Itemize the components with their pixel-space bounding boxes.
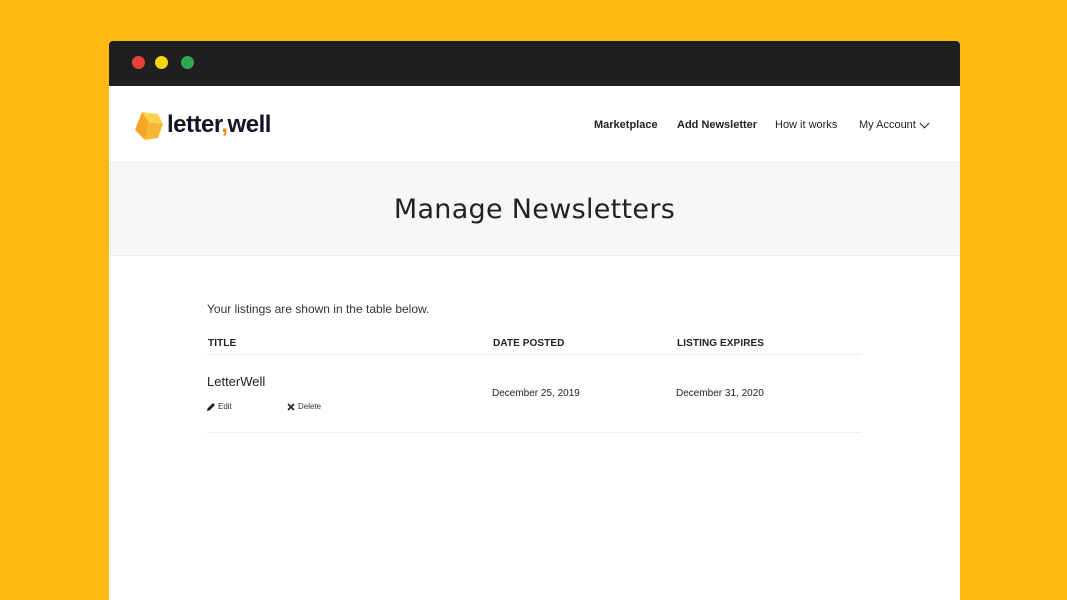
- close-window-button[interactable]: [132, 56, 145, 69]
- delete-label: Delete: [298, 402, 322, 411]
- column-header-title: TITLE: [208, 338, 237, 349]
- site-header: letter,well Marketplace Add Newsletter H…: [109, 86, 960, 163]
- delete-button[interactable]: Delete: [287, 402, 321, 411]
- column-header-date-posted: DATE POSTED: [493, 338, 565, 349]
- page-hero: Manage Newsletters: [109, 163, 960, 256]
- logo[interactable]: letter,well: [132, 110, 271, 142]
- edit-button[interactable]: Edit: [207, 402, 232, 411]
- nav-add-newsletter[interactable]: Add Newsletter: [677, 119, 757, 131]
- edit-label: Edit: [218, 402, 232, 411]
- table-header-divider: [207, 354, 861, 355]
- maximize-window-button[interactable]: [181, 56, 194, 69]
- nav-my-account[interactable]: My Account: [859, 118, 930, 131]
- column-header-listing-expires: LISTING EXPIRES: [677, 338, 765, 349]
- close-icon: [287, 402, 295, 411]
- row-date-posted: December 25, 2019: [492, 388, 580, 399]
- minimize-window-button[interactable]: [155, 56, 168, 69]
- page-title: Manage Newsletters: [393, 194, 676, 225]
- my-account-label: My Account: [859, 119, 916, 131]
- logo-text: letter,well: [167, 111, 271, 138]
- window-titlebar: [109, 41, 960, 86]
- intro-text: Your listings are shown in the table bel…: [207, 302, 430, 316]
- pencil-icon: [207, 402, 215, 411]
- nav-marketplace[interactable]: Marketplace: [594, 119, 658, 131]
- cube-logo-icon: [135, 112, 163, 140]
- nav-how-it-works[interactable]: How it works: [775, 119, 837, 131]
- browser-window: letter,well Marketplace Add Newsletter H…: [109, 41, 960, 600]
- chevron-down-icon: [919, 118, 930, 128]
- row-listing-expires: December 31, 2020: [676, 388, 764, 399]
- table-row-divider: [207, 432, 861, 433]
- row-title: LetterWell: [207, 374, 266, 389]
